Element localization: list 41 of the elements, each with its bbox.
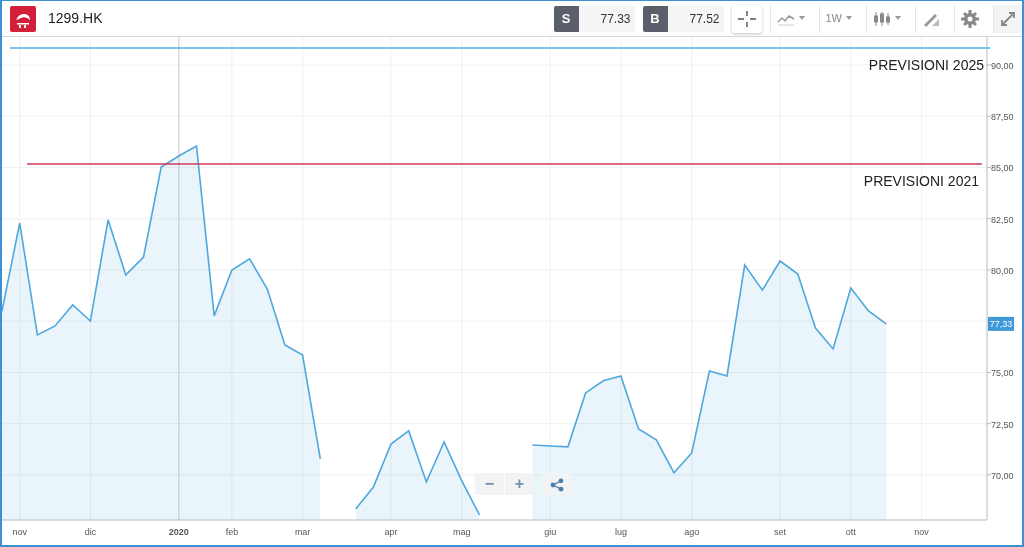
zoom-in-button[interactable]: +: [505, 473, 534, 495]
crosshair-icon: [737, 10, 756, 27]
x-axis-label: giu: [544, 527, 557, 537]
y-axis-label: 72,50: [991, 419, 1014, 430]
y-axis-label: 75,00: [991, 368, 1014, 379]
x-axis-label: ago: [684, 527, 700, 537]
share-icon: [549, 477, 564, 492]
x-axis-label: lug: [614, 527, 627, 537]
x-axis-label: nov: [914, 527, 929, 537]
symbol-title: 1299.HK: [48, 9, 103, 28]
candlestick-icon: [873, 10, 891, 27]
x-axis-label: ott: [845, 527, 856, 537]
price-value: 77.33: [578, 5, 635, 32]
sell-label: S: [553, 5, 579, 32]
crosshair-button[interactable]: [731, 4, 762, 33]
settings-icon: [961, 9, 979, 28]
interval-button[interactable]: 1W: [818, 4, 858, 33]
forecast-label: PREVISIONI 2025: [868, 57, 984, 73]
logo-icon: [10, 5, 36, 32]
x-axis-label: dic: [84, 527, 97, 537]
expand-icon: [1000, 10, 1016, 27]
y-axis-label: 87,50: [991, 112, 1014, 123]
x-axis-label: feb: [225, 527, 239, 537]
y-axis-label: 82,50: [991, 214, 1014, 225]
x-axis-label: apr: [384, 527, 398, 537]
forecast-label: PREVISIONI 2021: [863, 173, 979, 189]
price-value: 77.52: [667, 5, 724, 32]
x-axis-label: 2020: [168, 527, 189, 537]
x-axis-label: nov: [12, 527, 27, 537]
x-axis-label: set: [774, 527, 787, 537]
share-button[interactable]: [542, 473, 571, 495]
fullscreen-button[interactable]: [993, 4, 1022, 33]
y-axis-label: 70,00: [991, 470, 1014, 481]
zoom-out-button[interactable]: −: [475, 473, 504, 495]
y-axis-label: 80,00: [991, 265, 1014, 276]
x-axis-label: mag: [453, 527, 471, 537]
y-axis-label: 90,00: [991, 61, 1014, 72]
x-axis-label: mar: [294, 527, 311, 537]
y-axis-label: 85,00: [991, 163, 1014, 174]
last-price-tag: 77,33: [988, 316, 1014, 331]
buy-label: B: [642, 5, 668, 32]
